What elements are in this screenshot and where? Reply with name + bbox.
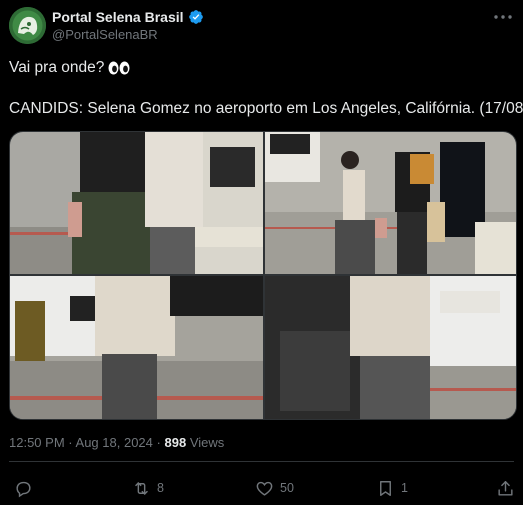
tweet-text: Vai pra onde?	[9, 59, 105, 76]
like-count: 50	[280, 481, 294, 495]
verified-badge-icon	[188, 10, 203, 24]
retweet-count: 8	[157, 481, 164, 495]
display-name[interactable]: Portal Selena Brasil	[52, 9, 184, 25]
divider	[9, 461, 514, 462]
author-name-row: Portal Selena Brasil	[52, 8, 204, 26]
views-label: Views	[189, 435, 225, 450]
bookmark-icon	[380, 480, 391, 496]
media-grid	[9, 131, 517, 420]
heart-icon	[256, 481, 273, 496]
eyes-emoji-icon	[108, 61, 130, 75]
reply-button[interactable]	[14, 478, 39, 498]
tweet-meta: 12:50 PM · Aug 18, 2024 · 898 Views	[9, 435, 224, 450]
tweet: Portal Selena Brasil @PortalSelenaBR Vai…	[0, 0, 523, 505]
author-handle[interactable]: @PortalSelenaBR	[52, 27, 158, 42]
meta-separator-2: ·	[156, 435, 161, 450]
reply-icon	[16, 481, 31, 497]
retweet-icon	[135, 481, 148, 495]
photo-1[interactable]	[10, 132, 263, 274]
photo-3[interactable]	[10, 276, 263, 419]
more-icon[interactable]	[493, 8, 513, 26]
tweet-text-line1: Vai pra onde?	[9, 59, 130, 77]
share-button[interactable]	[496, 478, 515, 498]
tweet-time[interactable]: 12:50 PM	[9, 435, 65, 450]
like-button[interactable]: 50	[255, 478, 294, 498]
photo-2[interactable]	[265, 132, 516, 274]
meta-separator: ·	[68, 435, 73, 450]
tweet-text-line2: CANDIDS: Selena Gomez no aeroporto em Lo…	[9, 100, 523, 117]
bookmark-count: 1	[401, 481, 408, 495]
tweet-date[interactable]: Aug 18, 2024	[76, 435, 153, 450]
bookmark-button[interactable]: 1	[376, 478, 408, 498]
avatar[interactable]	[9, 7, 46, 44]
photo-4[interactable]	[265, 276, 516, 419]
share-icon	[498, 480, 513, 496]
retweet-button[interactable]: 8	[132, 478, 164, 498]
views-count: 898	[164, 435, 187, 450]
